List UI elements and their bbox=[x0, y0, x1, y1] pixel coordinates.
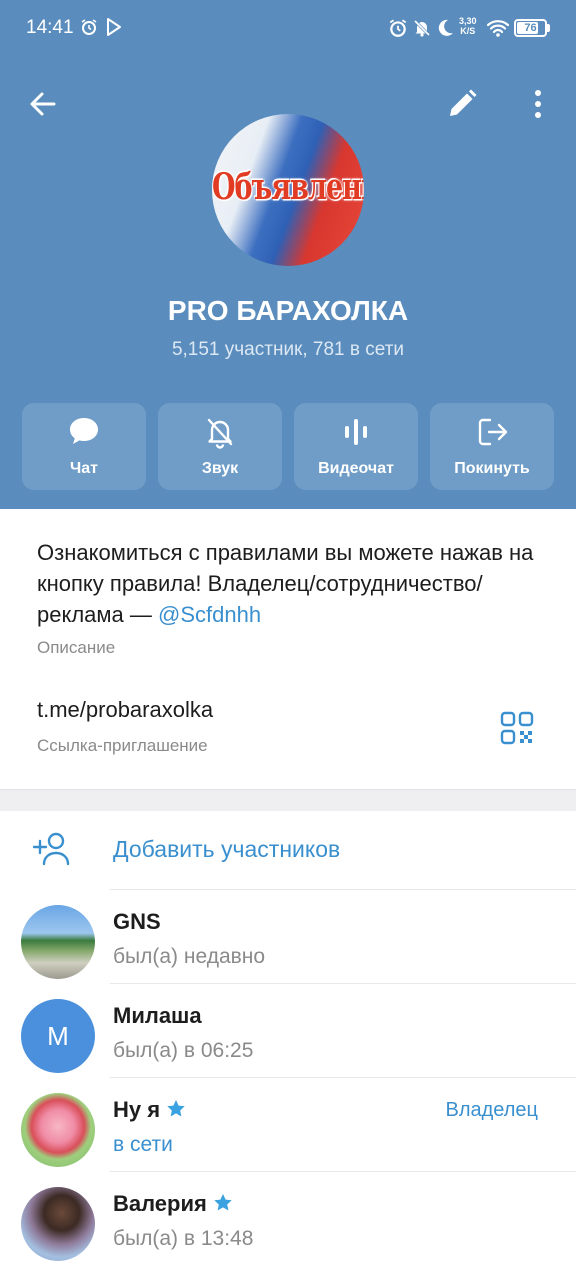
group-info-section: Ознакомиться с правилами вы можете нажав… bbox=[0, 509, 576, 789]
member-name: GNS bbox=[113, 909, 161, 934]
member-row[interactable]: М Милаша был(а) в 06:25 bbox=[0, 983, 576, 1077]
member-status: был(а) в 06:25 bbox=[113, 1039, 254, 1062]
row-separator bbox=[110, 1077, 576, 1078]
member-status: был(а) недавно bbox=[113, 945, 266, 968]
qr-code-icon bbox=[500, 711, 534, 745]
avatar bbox=[21, 905, 95, 979]
member-row[interactable]: Валерия был(а) в 13:48 bbox=[0, 1171, 576, 1265]
profile-header: 14:41 3,30 K/S 76 Объявлен PRO БАРАХОЛКА… bbox=[0, 0, 576, 509]
qr-code-button[interactable] bbox=[500, 711, 534, 745]
leave-button[interactable]: Покинуть bbox=[430, 403, 554, 490]
member-row[interactable]: GNS был(а) недавно bbox=[0, 889, 576, 983]
battery-tip bbox=[547, 24, 550, 32]
group-member-count: 5,151 участник, 781 в сети bbox=[171, 339, 405, 360]
section-divider bbox=[0, 789, 576, 811]
row-separator bbox=[110, 1171, 576, 1172]
premium-star-icon bbox=[213, 1193, 233, 1219]
wifi-icon bbox=[486, 19, 510, 42]
member-name-wrap: Валерия bbox=[113, 1191, 233, 1219]
more-vertical-icon bbox=[535, 90, 541, 118]
member-name: Валерия bbox=[113, 1191, 207, 1216]
network-speed-value: 3,30 bbox=[459, 16, 477, 26]
member-status: был(а) в 13:48 bbox=[113, 1227, 254, 1250]
leave-icon bbox=[430, 415, 554, 449]
avatar bbox=[21, 1093, 95, 1167]
member-name: Ну я bbox=[113, 1097, 161, 1122]
back-button[interactable] bbox=[22, 82, 66, 126]
row-separator bbox=[110, 889, 576, 890]
arrow-left-icon bbox=[30, 92, 56, 116]
pencil-icon bbox=[450, 89, 477, 116]
chat-button-label: Чат bbox=[70, 460, 98, 477]
network-speed: 3,30 K/S bbox=[459, 16, 477, 36]
status-time: 14:41 bbox=[26, 17, 74, 38]
chat-button[interactable]: Чат bbox=[22, 403, 146, 490]
sound-button-label: Звук bbox=[201, 460, 239, 477]
description-text: Ознакомиться с правилами вы можете нажав… bbox=[37, 540, 534, 627]
bell-off-icon bbox=[412, 18, 432, 43]
battery-icon: 76 bbox=[514, 19, 547, 37]
play-store-icon bbox=[106, 18, 122, 41]
row-separator bbox=[110, 983, 576, 984]
add-members-button[interactable]: Добавить участников bbox=[0, 811, 576, 889]
alarm-icon bbox=[388, 18, 408, 43]
videochat-button-label: Видеочат bbox=[318, 460, 394, 477]
member-name-wrap: Ну я bbox=[113, 1097, 186, 1125]
status-bar: 14:41 3,30 K/S 76 bbox=[0, 0, 576, 56]
edit-button[interactable] bbox=[440, 82, 484, 126]
sound-button[interactable]: Звук bbox=[158, 403, 282, 490]
voice-bars-icon bbox=[294, 415, 418, 449]
member-role-badge: Владелец bbox=[445, 1099, 538, 1121]
avatar bbox=[21, 1187, 95, 1261]
group-avatar-text: Объявления bbox=[212, 166, 364, 209]
videochat-button[interactable]: Видеочат bbox=[294, 403, 418, 490]
group-description: Ознакомиться с правилами вы можете нажав… bbox=[37, 537, 547, 630]
chat-bubble-icon bbox=[22, 415, 146, 449]
member-status: в сети bbox=[113, 1133, 173, 1156]
member-name: Милаша bbox=[113, 1003, 202, 1028]
invite-link-label: Ссылка-приглашение bbox=[37, 736, 208, 755]
more-options-button[interactable] bbox=[516, 82, 560, 126]
invite-link[interactable]: t.me/probaraxolka bbox=[37, 697, 213, 723]
group-title: PRO БАРАХОЛКА bbox=[167, 295, 409, 326]
member-row[interactable]: Ну я в сети Владелец bbox=[0, 1077, 576, 1171]
battery-level: 76 bbox=[524, 22, 537, 34]
avatar: М bbox=[21, 999, 95, 1073]
network-speed-unit: K/S bbox=[460, 26, 476, 36]
leave-button-label: Покинуть bbox=[454, 460, 530, 477]
alarm-icon bbox=[80, 18, 98, 41]
premium-star-icon bbox=[166, 1099, 186, 1125]
description-label: Описание bbox=[37, 638, 116, 657]
bell-muted-icon bbox=[158, 415, 282, 449]
add-members-label: Добавить участников bbox=[113, 836, 341, 862]
moon-icon bbox=[436, 18, 454, 43]
add-user-icon bbox=[32, 831, 74, 867]
owner-mention-link[interactable]: @Scfdnhh bbox=[158, 602, 261, 627]
group-avatar[interactable]: Объявления bbox=[212, 114, 364, 266]
